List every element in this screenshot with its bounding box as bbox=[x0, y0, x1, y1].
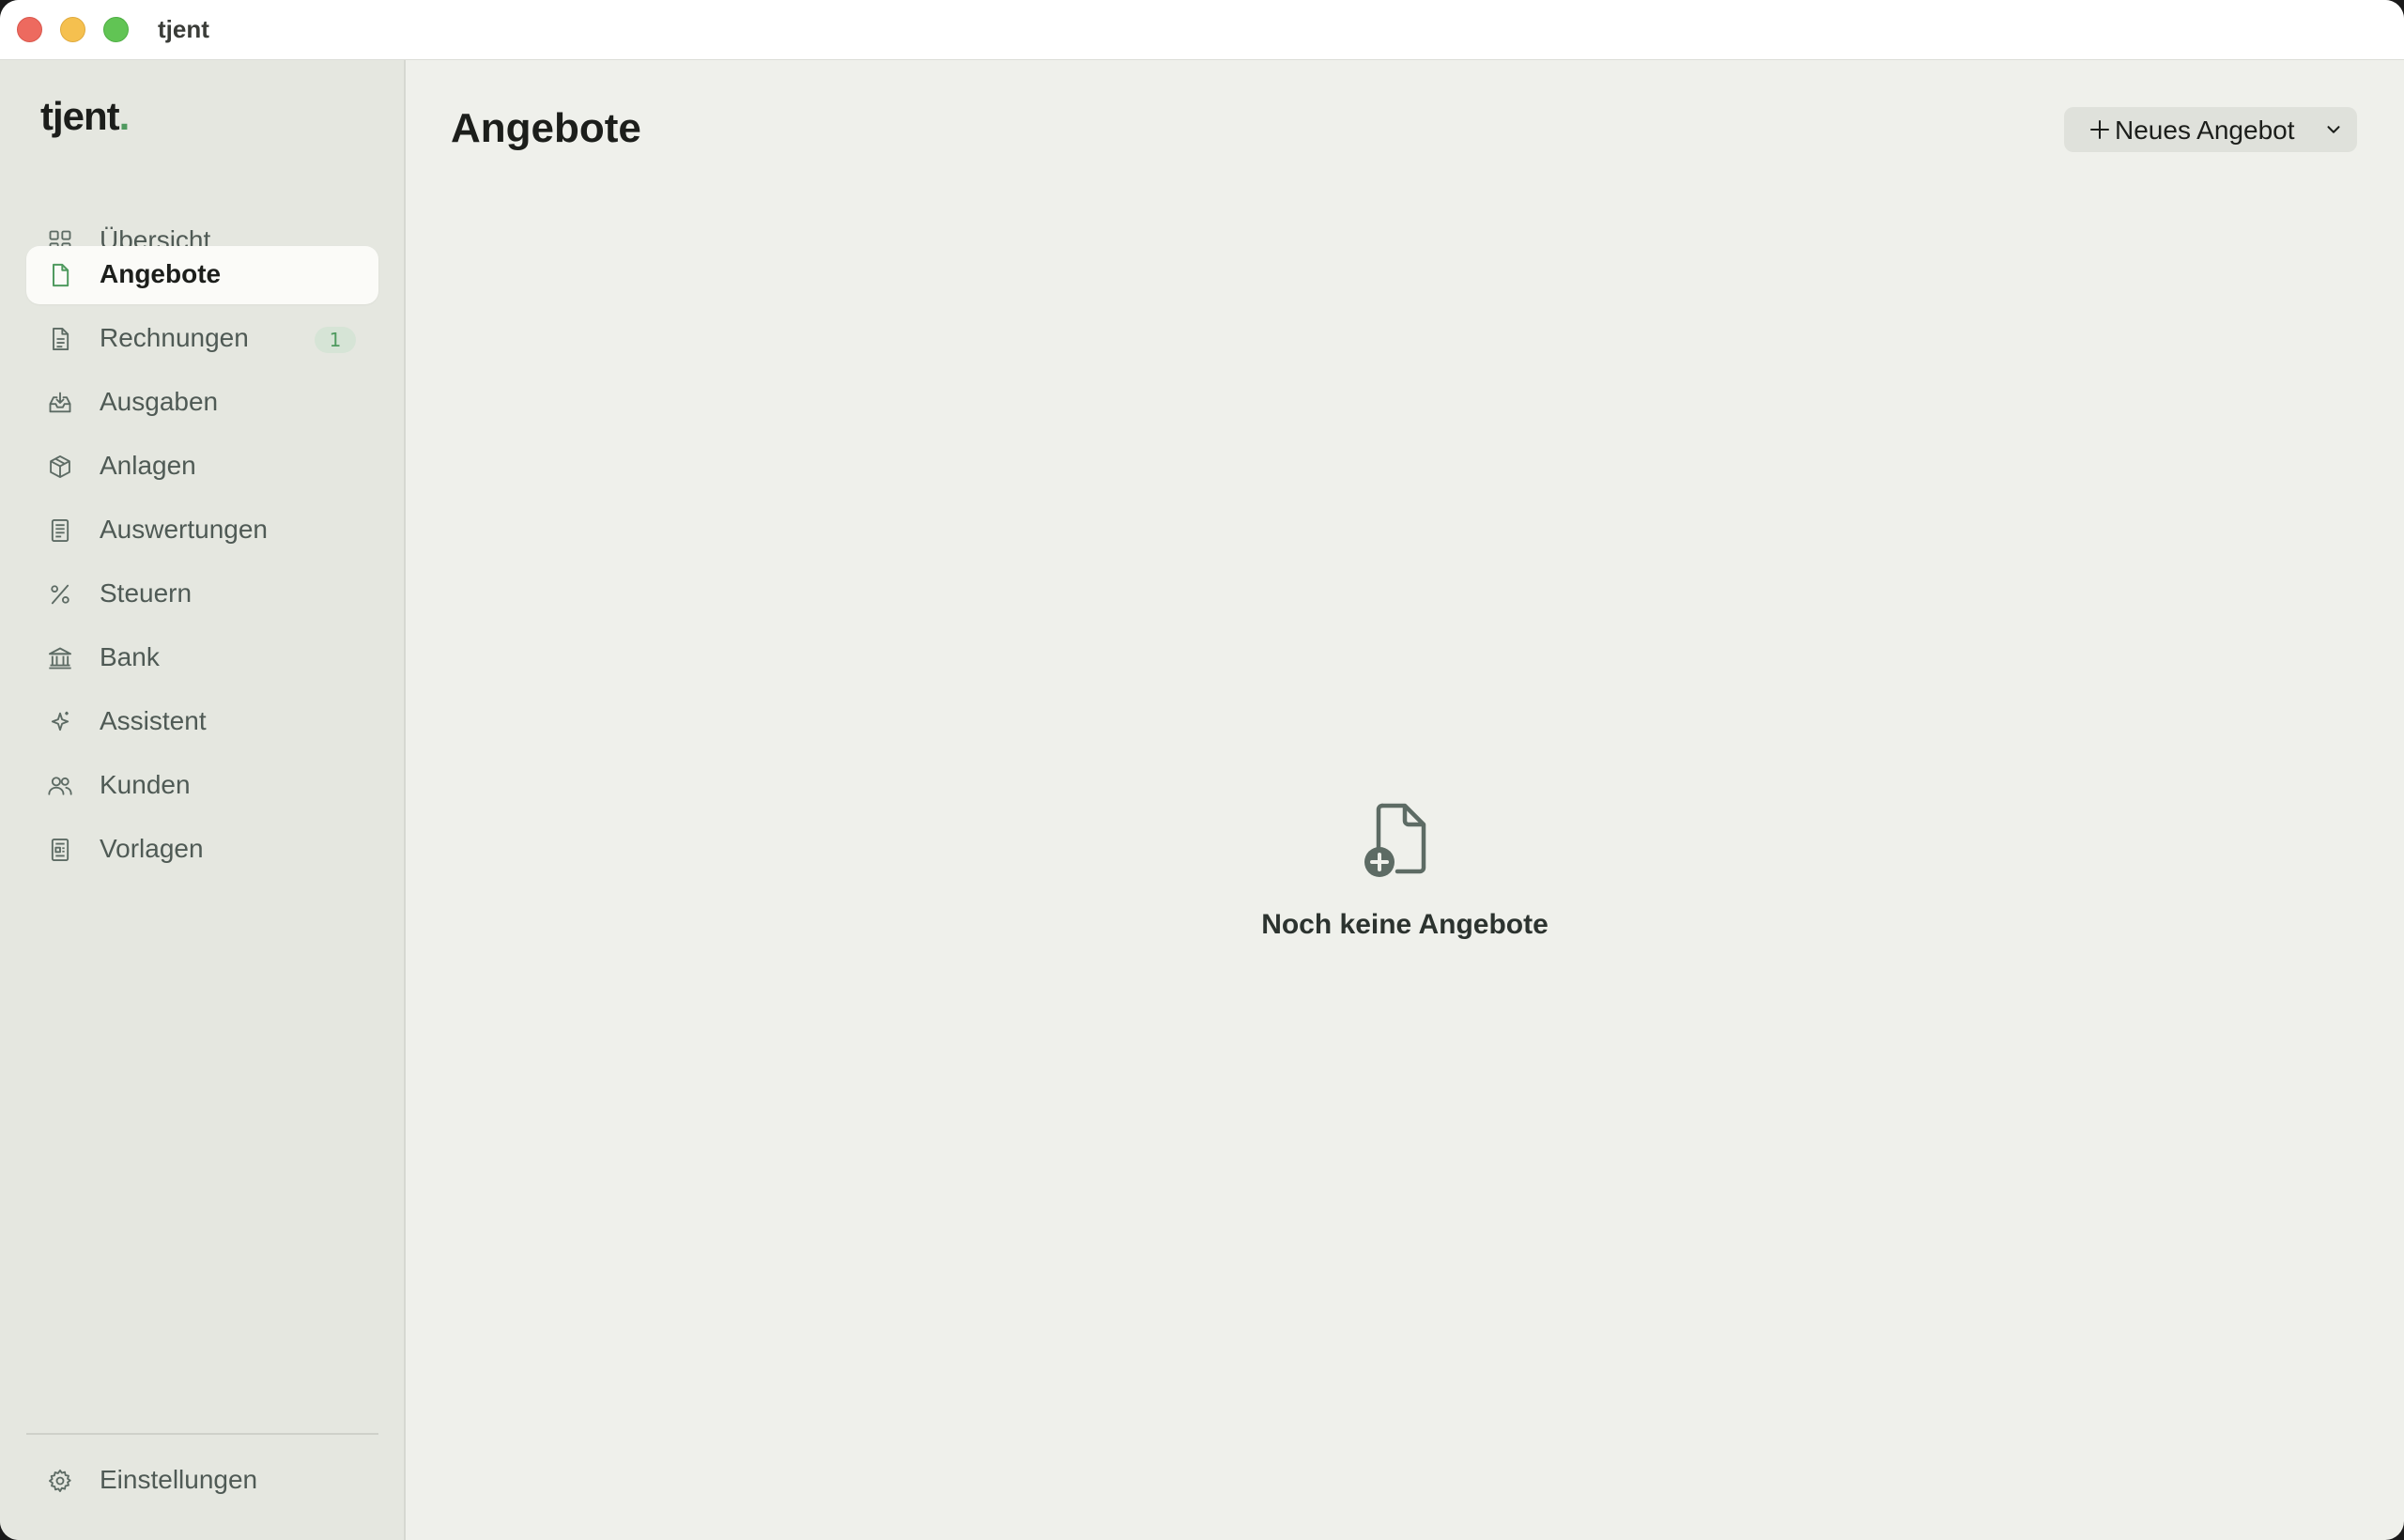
sidebar-item-label: Einstellungen bbox=[100, 1465, 258, 1494]
inbox-download-icon bbox=[47, 390, 73, 416]
sidebar: tjent. Übersicht Angebote Rechnungen 1 A… bbox=[0, 60, 406, 1540]
title-bar: tjent bbox=[0, 0, 2404, 60]
template-icon bbox=[47, 837, 73, 863]
logo-dot: . bbox=[118, 94, 131, 138]
sidebar-item-bank[interactable]: Bank bbox=[26, 629, 378, 687]
count-badge: 1 bbox=[315, 327, 356, 353]
minimize-window-button[interactable] bbox=[60, 17, 85, 42]
maximize-window-button[interactable] bbox=[103, 17, 129, 42]
main-content: Angebote Neues Angebot Noch keine Angebo… bbox=[406, 60, 2404, 1540]
close-window-button[interactable] bbox=[17, 17, 42, 42]
window-title: tjent bbox=[158, 15, 209, 43]
new-offer-label: Neues Angebot bbox=[2115, 116, 2295, 145]
sidebar-item-label: Bank bbox=[100, 642, 160, 671]
box-icon bbox=[47, 454, 73, 480]
app-window: tjent tjent. Übersicht Angebote Rechnung… bbox=[0, 0, 2404, 1540]
new-offer-dropdown-button[interactable] bbox=[2310, 107, 2357, 152]
app-logo: tjent. bbox=[40, 94, 131, 139]
users-icon bbox=[47, 773, 73, 799]
sidebar-item-anlagen[interactable]: Anlagen bbox=[26, 438, 378, 496]
sidebar-item-steuern[interactable]: Steuern bbox=[26, 565, 378, 624]
report-icon bbox=[47, 517, 73, 544]
bank-icon bbox=[47, 645, 73, 671]
sidebar-item-label: Angebote bbox=[100, 259, 222, 288]
logo-text: tjent bbox=[40, 94, 120, 138]
sidebar-item-einstellungen[interactable]: Einstellungen bbox=[26, 1452, 378, 1510]
sidebar-item-angebote[interactable]: Angebote bbox=[26, 246, 378, 304]
sidebar-item-label: Auswertungen bbox=[100, 515, 269, 544]
new-offer-split-button: Neues Angebot bbox=[2064, 107, 2357, 152]
percent-icon bbox=[47, 581, 73, 608]
sidebar-item-label: Anlagen bbox=[100, 451, 196, 480]
empty-state-text: Noch keine Angebote bbox=[1261, 909, 1549, 940]
page-title: Angebote bbox=[451, 105, 641, 151]
sparkle-icon bbox=[47, 709, 73, 735]
sidebar-item-label: Ausgaben bbox=[100, 387, 219, 416]
sidebar-item-label: Steuern bbox=[100, 578, 193, 608]
plus-icon bbox=[2088, 118, 2111, 141]
invoice-icon bbox=[47, 326, 73, 352]
sidebar-item-ausgaben[interactable]: Ausgaben bbox=[26, 374, 378, 432]
document-icon bbox=[47, 262, 73, 288]
sidebar-item-auswertungen[interactable]: Auswertungen bbox=[26, 501, 378, 560]
sidebar-item-label: Vorlagen bbox=[100, 834, 204, 863]
new-offer-button[interactable]: Neues Angebot bbox=[2064, 107, 2310, 152]
document-add-icon bbox=[1364, 800, 1435, 879]
sidebar-item-kunden[interactable]: Kunden bbox=[26, 757, 378, 815]
sidebar-item-rechnungen[interactable]: Rechnungen 1 bbox=[26, 310, 378, 368]
chevron-down-icon bbox=[2323, 119, 2344, 140]
gear-icon bbox=[47, 1468, 73, 1494]
sidebar-item-vorlagen[interactable]: Vorlagen bbox=[26, 821, 378, 879]
sidebar-item-label: Rechnungen bbox=[100, 323, 249, 352]
sidebar-divider bbox=[26, 1433, 378, 1435]
sidebar-item-label: Assistent bbox=[100, 706, 207, 735]
sidebar-item-assistent[interactable]: Assistent bbox=[26, 693, 378, 751]
sidebar-item-label: Kunden bbox=[100, 770, 191, 799]
